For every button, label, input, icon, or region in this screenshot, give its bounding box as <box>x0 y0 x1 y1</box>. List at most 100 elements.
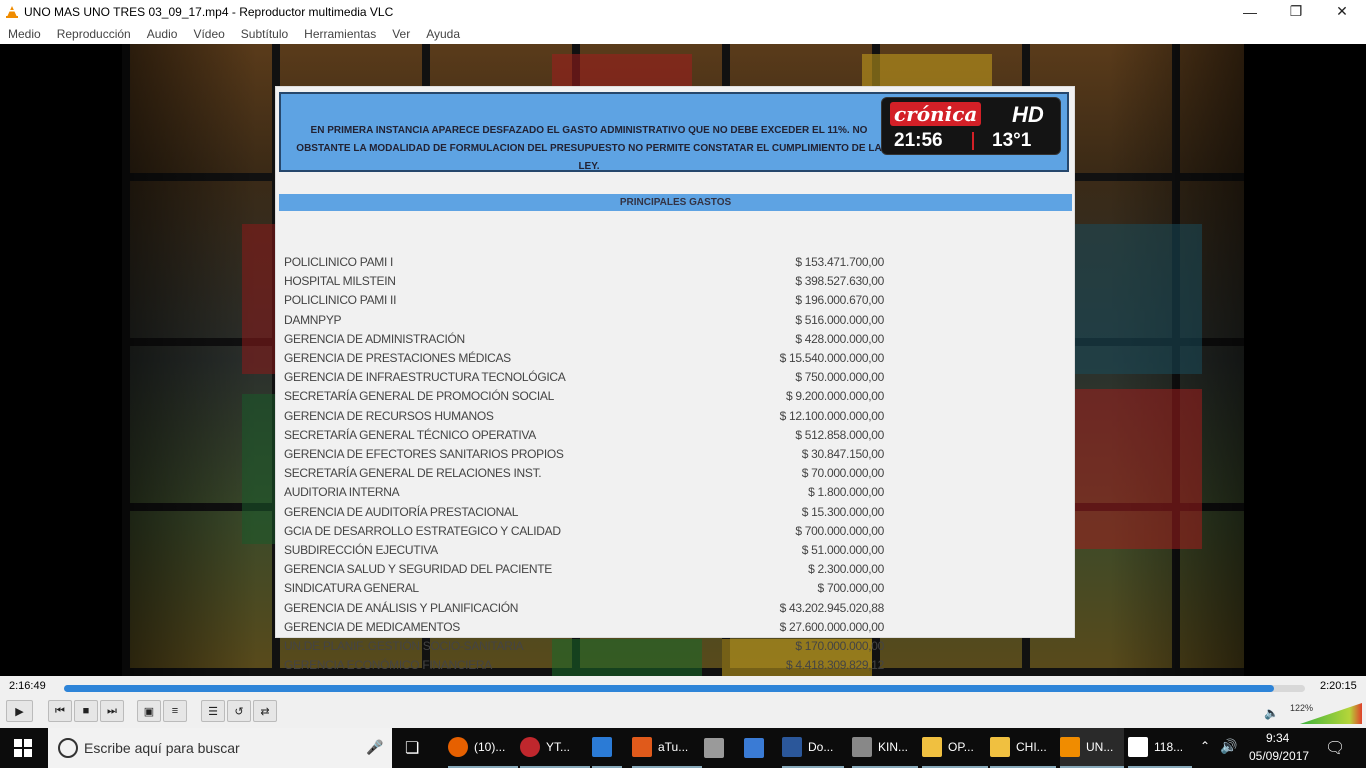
windows-start-icon[interactable] <box>14 739 32 757</box>
expense-label: POLICLINICO PAMI I <box>284 255 394 269</box>
playlist-button[interactable]: ☰ <box>201 700 225 722</box>
volume-level: 122% <box>1290 703 1314 713</box>
table-row: GERENCIA DE EFECTORES SANITARIOS PROPIOS… <box>276 445 1076 464</box>
broadcast-clock: 21:56 <box>894 130 943 151</box>
seek-bar[interactable] <box>64 685 1305 692</box>
expense-label: DAMNPYP <box>284 312 342 327</box>
taskbar-app-photos[interactable]: 118... <box>1128 728 1192 768</box>
taskbar-app-ytd[interactable]: YT... <box>520 728 590 768</box>
clock-date[interactable]: 05/09/2017 <box>1249 749 1309 763</box>
menu-ver[interactable]: Ver <box>384 27 418 41</box>
loop-button[interactable]: ↺ <box>227 700 251 722</box>
menu-subtitulo[interactable]: Subtítulo <box>233 27 296 41</box>
table-row: SUBDIRECCIÓN EJECUTIVA $ 51.000.000,00 <box>276 541 1076 560</box>
taskbar-app-vlc[interactable]: UN... <box>1060 728 1124 768</box>
word-icon <box>782 737 802 757</box>
stop-icon: ■ <box>82 705 90 717</box>
taskbar-app-folder-op[interactable]: OP... <box>922 728 988 768</box>
shuffle-button[interactable]: ⇄ <box>253 700 277 722</box>
equalizer-icon: ≡ <box>171 705 179 717</box>
taskbar-app-label: Do... <box>808 740 834 754</box>
bg-tile <box>1072 389 1202 549</box>
menu-video[interactable]: Vídeo <box>185 27 232 41</box>
expense-label: GERENCIA DE EFECTORES SANITARIOS PROPIOS <box>284 447 564 461</box>
table-row: GERENCIA DE AUDITORÍA PRESTACIONAL $ 15.3… <box>276 503 1076 522</box>
restore-button[interactable]: ❐ <box>1273 0 1319 23</box>
budget-card: EN PRIMERA INSTANCIA APARECE DESFAZADO E… <box>275 86 1076 672</box>
speaker-icon[interactable]: 🔈 <box>1264 706 1279 720</box>
video-frame[interactable]: EN PRIMERA INSTANCIA APARECE DESFAZADO E… <box>0 44 1366 676</box>
taskbar-app-label: CHI... <box>1016 740 1047 754</box>
firefox-icon <box>448 737 468 757</box>
cortana-circle-icon <box>58 738 78 758</box>
expense-label: HOSPITAL MILSTEIN <box>284 274 396 289</box>
expense-label: SECRETARÍA GENERAL DE RELACIONES INST. <box>284 466 542 481</box>
previous-button[interactable]: ⏮ <box>48 700 72 722</box>
expense-label: SECRETARÍA GENERAL TÉCNICO OPERATIVA <box>284 427 536 442</box>
taskbar-app-label: 118... <box>1154 740 1184 754</box>
table-row: SECRETARÍA GENERAL DE PROMOCIÓN SOCIAL $ … <box>276 387 1076 406</box>
taskbar-app-atube[interactable]: aTu... <box>632 728 702 768</box>
extended-settings-button[interactable]: ≡ <box>163 700 187 722</box>
youtube-downloader-icon <box>520 737 540 757</box>
task-view-button[interactable]: ❏ <box>405 728 419 768</box>
taskbar-app-word[interactable]: Do... <box>782 728 844 768</box>
table-row: GERENCIA ECONÓMICO FINANCIERA $ 4.418.309… <box>276 656 1076 675</box>
taskbar-app-kin[interactable]: KIN... <box>852 728 918 768</box>
stop-button[interactable]: ■ <box>74 700 98 722</box>
expense-amount: $ 428.000.000,00 <box>795 331 884 346</box>
expense-amount: $ 700.000.000,00 <box>795 523 884 538</box>
table-row: DAMNPYP $ 516.000.000,00 <box>276 311 1076 330</box>
menu-bar: Medio Reproducción Audio Vídeo Subtítulo… <box>0 23 1366 44</box>
menu-herramientas[interactable]: Herramientas <box>296 27 384 41</box>
expense-amount: $ 9.200.000.000,00 <box>785 389 884 404</box>
next-button[interactable]: ⏭ <box>100 700 124 722</box>
expense-label: GERENCIA DE ANÁLISIS Y PLANIFICACIÓN <box>284 600 519 615</box>
search-box[interactable]: Escribe aquí para buscar 🎤 <box>48 728 392 768</box>
taskbar-app-camera[interactable] <box>592 728 622 768</box>
expense-amount: $ 170.000.000,00 <box>795 639 884 653</box>
window-title: UNO MAS UNO TRES 03_09_17.mp4 - Reproduc… <box>24 4 394 19</box>
taskbar-app-folder-chi[interactable]: CHI... <box>990 728 1056 768</box>
table-row: GERENCIA DE ANÁLISIS Y PLANIFICACIÓN $ 43… <box>276 599 1076 618</box>
notifications-icon[interactable]: 🗨 <box>1325 738 1345 758</box>
microphone-icon[interactable]: 🎤 <box>366 739 383 756</box>
shuffle-icon: ⇄ <box>260 705 270 718</box>
menu-ayuda[interactable]: Ayuda <box>418 27 468 41</box>
menu-audio[interactable]: Audio <box>139 27 186 41</box>
taskbar-app-label: KIN... <box>878 740 909 754</box>
volume-tray-icon[interactable]: 🔊 <box>1220 738 1237 755</box>
close-button[interactable]: ✕ <box>1319 0 1365 23</box>
channel-brand: crónica <box>890 102 982 126</box>
menu-medio[interactable]: Medio <box>0 27 49 41</box>
play-button[interactable]: ▶ <box>6 700 33 722</box>
info-banner: EN PRIMERA INSTANCIA APARECE DESFAZADO E… <box>279 92 1069 172</box>
expense-label: GERENCIA ECONÓMICO FINANCIERA <box>284 658 492 673</box>
menu-reproduccion[interactable]: Reproducción <box>49 27 139 41</box>
drive-icon <box>852 737 872 757</box>
clock-time[interactable]: 9:34 <box>1266 731 1289 745</box>
taskbar-app-capture[interactable] <box>704 728 734 768</box>
search-placeholder: Escribe aquí para buscar <box>84 740 240 756</box>
minimize-button[interactable]: — <box>1227 0 1273 23</box>
expense-label: GERENCIA DE INFRAESTRUCTURA TECNOLÓGICA <box>284 370 566 385</box>
play-icon: ▶ <box>15 705 24 718</box>
vlc-icon <box>1060 737 1080 757</box>
expense-label: GERENCIA DE AUDITORÍA PRESTACIONAL <box>284 504 519 519</box>
table-row: HOSPITAL MILSTEIN $ 398.527.630,00 <box>276 272 1076 291</box>
next-icon: ⏭ <box>107 704 117 717</box>
expense-amount: $ 398.527.630,00 <box>795 274 884 289</box>
expense-amount: $ 512.858.000,00 <box>795 427 884 442</box>
expense-label: GERENCIA DE PRESTACIONES MÉDICAS <box>284 351 511 365</box>
fullscreen-button[interactable]: ▣ <box>137 700 161 722</box>
bg-tile <box>1072 224 1202 374</box>
expense-amount: $ 196.000.670,00 <box>795 293 884 308</box>
taskbar-app-network[interactable] <box>744 728 774 768</box>
hd-label: HD <box>1012 102 1044 127</box>
taskbar-app-firefox[interactable]: (10)... <box>448 728 518 768</box>
chevron-up-icon[interactable]: ⌃ <box>1200 739 1210 753</box>
computer-icon <box>744 738 764 758</box>
expense-label: AUDITORIA INTERNA <box>284 485 400 500</box>
banner-text: EN PRIMERA INSTANCIA APARECE DESFAZADO E… <box>296 125 882 172</box>
expense-amount: $ 15.540.000.000,00 <box>779 351 885 365</box>
